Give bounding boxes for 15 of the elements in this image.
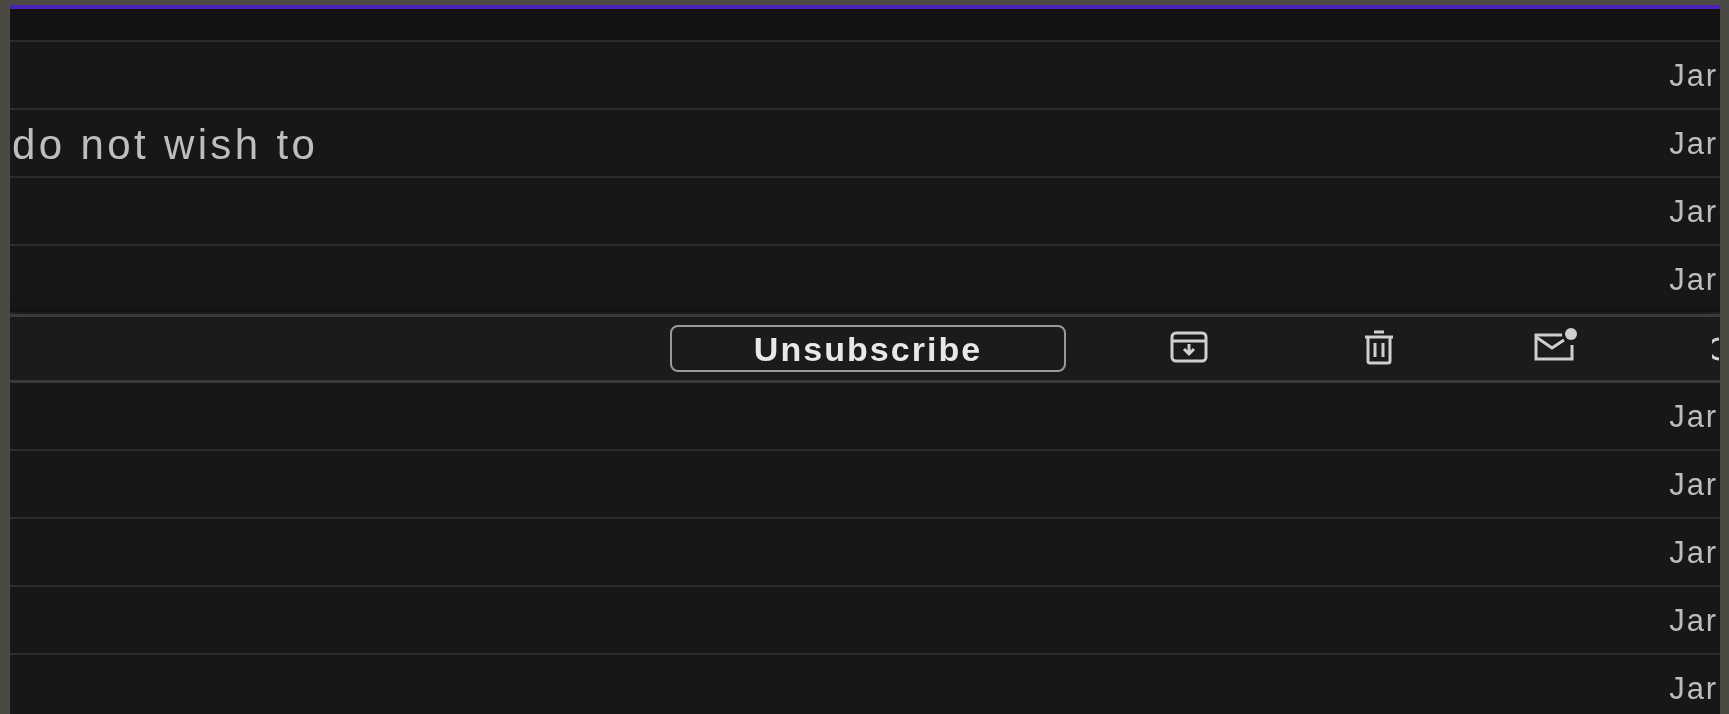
message-date: Jar (1669, 401, 1718, 432)
unsubscribe-button[interactable]: Unsubscribe (670, 325, 1066, 372)
message-date: Jar (1669, 196, 1718, 227)
message-date: Jar (1669, 537, 1718, 568)
message-date: Jar (1669, 469, 1718, 500)
message-date: Jar (1669, 128, 1718, 159)
message-date: Jar (1669, 605, 1718, 636)
message-date: Jar (1669, 60, 1718, 91)
mark-unread-icon[interactable] (1532, 327, 1578, 363)
hovered-message-row[interactable]: Unsubscribe (10, 314, 1720, 383)
archive-icon[interactable] (1170, 331, 1208, 363)
trash-icon[interactable] (1362, 329, 1396, 365)
message-snippet: do not wish to (12, 124, 319, 166)
message-date: Jar (1669, 673, 1718, 704)
message-date: Jar (1669, 264, 1718, 295)
